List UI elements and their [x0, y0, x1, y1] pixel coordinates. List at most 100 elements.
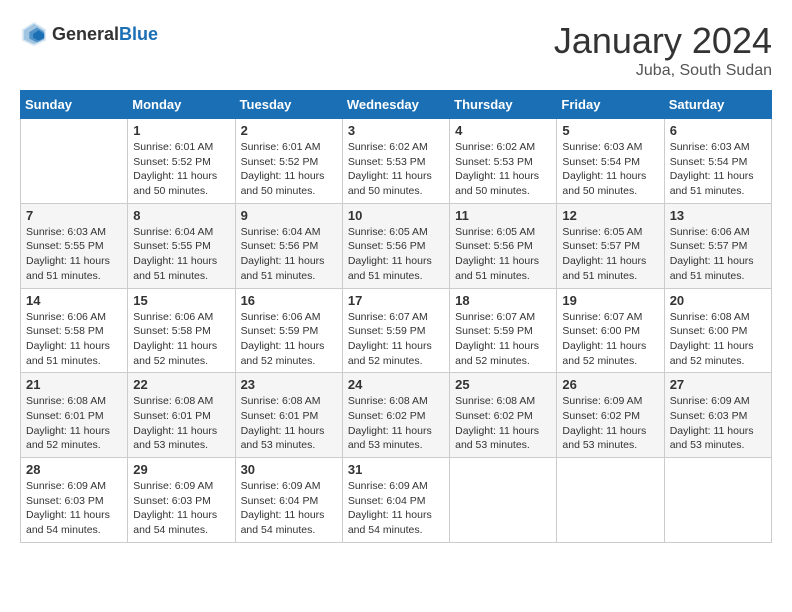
calendar-cell: 21 Sunrise: 6:08 AMSunset: 6:01 PMDayligh… — [21, 373, 128, 458]
day-number: 8 — [133, 208, 229, 223]
page-header: GeneralBlue January 2024 Juba, South Sud… — [20, 20, 772, 80]
calendar-cell: 31Sunrise: 6:09 AMSunset: 6:04 PMDayligh… — [342, 458, 449, 543]
calendar-cell: 13Sunrise: 6:06 AMSunset: 5:57 PMDayligh… — [664, 203, 771, 288]
day-detail: Sunrise: 6:08 AMSunset: 6:02 PMDaylight:… — [348, 394, 444, 453]
calendar-table: SundayMondayTuesdayWednesdayThursdayFrid… — [20, 90, 772, 543]
day-number: 15 — [133, 293, 229, 308]
calendar-cell: 26 Sunrise: 6:09 AMSunset: 6:02 PMDayligh… — [557, 373, 664, 458]
day-detail: Sunrise: 6:08 AMSunset: 6:01 PMDaylight:… — [26, 394, 122, 453]
day-detail: Sunrise: 6:05 AMSunset: 5:56 PMDaylight:… — [348, 225, 444, 284]
day-number: 6 — [670, 123, 766, 138]
calendar-week-0: 1 Sunrise: 6:01 AMSunset: 5:52 PMDaylight… — [21, 119, 772, 204]
calendar-cell: 4Sunrise: 6:02 AMSunset: 5:53 PMDaylight… — [450, 119, 557, 204]
calendar-cell — [557, 458, 664, 543]
calendar-cell: 24 Sunrise: 6:08 AMSunset: 6:02 PMDayligh… — [342, 373, 449, 458]
day-number: 16 — [241, 293, 337, 308]
header-cell-wednesday: Wednesday — [342, 91, 449, 119]
month-title: January 2024 — [554, 20, 772, 62]
day-number: 3 — [348, 123, 444, 138]
day-detail: Sunrise: 6:08 AMSunset: 6:01 PMDaylight:… — [241, 394, 337, 453]
day-detail: Sunrise: 6:09 AMSunset: 6:04 PMDaylight:… — [241, 479, 337, 538]
calendar-week-2: 14Sunrise: 6:06 AMSunset: 5:58 PMDayligh… — [21, 288, 772, 373]
day-number: 28 — [26, 462, 122, 477]
day-detail: Sunrise: 6:04 AMSunset: 5:55 PMDaylight:… — [133, 225, 229, 284]
calendar-cell: 22 Sunrise: 6:08 AMSunset: 6:01 PMDayligh… — [128, 373, 235, 458]
calendar-cell — [21, 119, 128, 204]
day-detail: Sunrise: 6:09 AMSunset: 6:02 PMDaylight:… — [562, 394, 658, 453]
day-number: 12 — [562, 208, 658, 223]
calendar-cell: 29 Sunrise: 6:09 AMSunset: 6:03 PMDayligh… — [128, 458, 235, 543]
header-cell-friday: Friday — [557, 91, 664, 119]
day-number: 5 — [562, 123, 658, 138]
day-number: 9 — [241, 208, 337, 223]
day-number: 21 — [26, 377, 122, 392]
day-number: 17 — [348, 293, 444, 308]
day-detail: Sunrise: 6:06 AMSunset: 5:57 PMDaylight:… — [670, 225, 766, 284]
day-number: 22 — [133, 377, 229, 392]
day-number: 1 — [133, 123, 229, 138]
logo-general: General — [52, 24, 119, 44]
day-detail: Sunrise: 6:08 AMSunset: 6:01 PMDaylight:… — [133, 394, 229, 453]
calendar-cell: 18 Sunrise: 6:07 AMSunset: 5:59 PMDayligh… — [450, 288, 557, 373]
calendar-cell — [664, 458, 771, 543]
calendar-cell: 7Sunrise: 6:03 AMSunset: 5:55 PMDaylight… — [21, 203, 128, 288]
calendar-cell: 17 Sunrise: 6:07 AMSunset: 5:59 PMDayligh… — [342, 288, 449, 373]
calendar-cell: 3 Sunrise: 6:02 AMSunset: 5:53 PMDaylight… — [342, 119, 449, 204]
calendar-cell: 15 Sunrise: 6:06 AMSunset: 5:58 PMDayligh… — [128, 288, 235, 373]
day-number: 18 — [455, 293, 551, 308]
day-detail: Sunrise: 6:07 AMSunset: 6:00 PMDaylight:… — [562, 310, 658, 369]
calendar-cell: 10 Sunrise: 6:05 AMSunset: 5:56 PMDayligh… — [342, 203, 449, 288]
header-cell-tuesday: Tuesday — [235, 91, 342, 119]
calendar-week-3: 21 Sunrise: 6:08 AMSunset: 6:01 PMDayligh… — [21, 373, 772, 458]
day-detail: Sunrise: 6:01 AMSunset: 5:52 PMDaylight:… — [241, 140, 337, 199]
day-detail: Sunrise: 6:03 AMSunset: 5:55 PMDaylight:… — [26, 225, 122, 284]
day-detail: Sunrise: 6:05 AMSunset: 5:57 PMDaylight:… — [562, 225, 658, 284]
logo-blue: Blue — [119, 24, 158, 44]
day-detail: Sunrise: 6:07 AMSunset: 5:59 PMDaylight:… — [348, 310, 444, 369]
day-number: 24 — [348, 377, 444, 392]
day-detail: Sunrise: 6:02 AMSunset: 5:53 PMDaylight:… — [455, 140, 551, 199]
day-number: 23 — [241, 377, 337, 392]
day-number: 25 — [455, 377, 551, 392]
title-block: January 2024 Juba, South Sudan — [554, 20, 772, 80]
header-cell-saturday: Saturday — [664, 91, 771, 119]
day-number: 26 — [562, 377, 658, 392]
calendar-cell: 12 Sunrise: 6:05 AMSunset: 5:57 PMDayligh… — [557, 203, 664, 288]
day-detail: Sunrise: 6:04 AMSunset: 5:56 PMDaylight:… — [241, 225, 337, 284]
calendar-cell: 30 Sunrise: 6:09 AMSunset: 6:04 PMDayligh… — [235, 458, 342, 543]
day-number: 29 — [133, 462, 229, 477]
calendar-cell: 8 Sunrise: 6:04 AMSunset: 5:55 PMDaylight… — [128, 203, 235, 288]
calendar-cell: 19 Sunrise: 6:07 AMSunset: 6:00 PMDayligh… — [557, 288, 664, 373]
header-cell-thursday: Thursday — [450, 91, 557, 119]
day-detail: Sunrise: 6:03 AMSunset: 5:54 PMDaylight:… — [670, 140, 766, 199]
day-detail: Sunrise: 6:03 AMSunset: 5:54 PMDaylight:… — [562, 140, 658, 199]
location: Juba, South Sudan — [554, 62, 772, 80]
day-detail: Sunrise: 6:08 AMSunset: 6:02 PMDaylight:… — [455, 394, 551, 453]
day-detail: Sunrise: 6:09 AMSunset: 6:03 PMDaylight:… — [133, 479, 229, 538]
calendar-cell: 11Sunrise: 6:05 AMSunset: 5:56 PMDayligh… — [450, 203, 557, 288]
logo: GeneralBlue — [20, 20, 158, 48]
calendar-body: 1 Sunrise: 6:01 AMSunset: 5:52 PMDaylight… — [21, 119, 772, 543]
day-detail: Sunrise: 6:05 AMSunset: 5:56 PMDaylight:… — [455, 225, 551, 284]
logo-icon — [20, 20, 48, 48]
calendar-cell: 1Sunrise: 6:01 AMSunset: 5:52 PMDaylight… — [128, 119, 235, 204]
calendar-cell: 28Sunrise: 6:09 AMSunset: 6:03 PMDayligh… — [21, 458, 128, 543]
calendar-week-4: 28 Sunrise: 6:09 AMSunset: 6:03 PMDayligh… — [21, 458, 772, 543]
day-number: 10 — [348, 208, 444, 223]
day-detail: Sunrise: 6:06 AMSunset: 5:58 PMDaylight:… — [133, 310, 229, 369]
calendar-cell: 27Sunrise: 6:09 AMSunset: 6:03 PMDayligh… — [664, 373, 771, 458]
day-number: 30 — [241, 462, 337, 477]
calendar-cell: 6 Sunrise: 6:03 AMSunset: 5:54 PMDaylight… — [664, 119, 771, 204]
calendar-cell: 20Sunrise: 6:08 AMSunset: 6:00 PMDayligh… — [664, 288, 771, 373]
day-number: 31 — [348, 462, 444, 477]
day-detail: Sunrise: 6:06 AMSunset: 5:58 PMDaylight:… — [26, 310, 122, 369]
day-detail: Sunrise: 6:09 AMSunset: 6:03 PMDaylight:… — [670, 394, 766, 453]
calendar-cell: 2Sunrise: 6:01 AMSunset: 5:52 PMDaylight… — [235, 119, 342, 204]
day-detail: Sunrise: 6:07 AMSunset: 5:59 PMDaylight:… — [455, 310, 551, 369]
day-detail: Sunrise: 6:02 AMSunset: 5:53 PMDaylight:… — [348, 140, 444, 199]
day-number: 20 — [670, 293, 766, 308]
calendar-cell: 14Sunrise: 6:06 AMSunset: 5:58 PMDayligh… — [21, 288, 128, 373]
header-row: SundayMondayTuesdayWednesdayThursdayFrid… — [21, 91, 772, 119]
logo-text: GeneralBlue — [52, 24, 158, 45]
day-number: 19 — [562, 293, 658, 308]
